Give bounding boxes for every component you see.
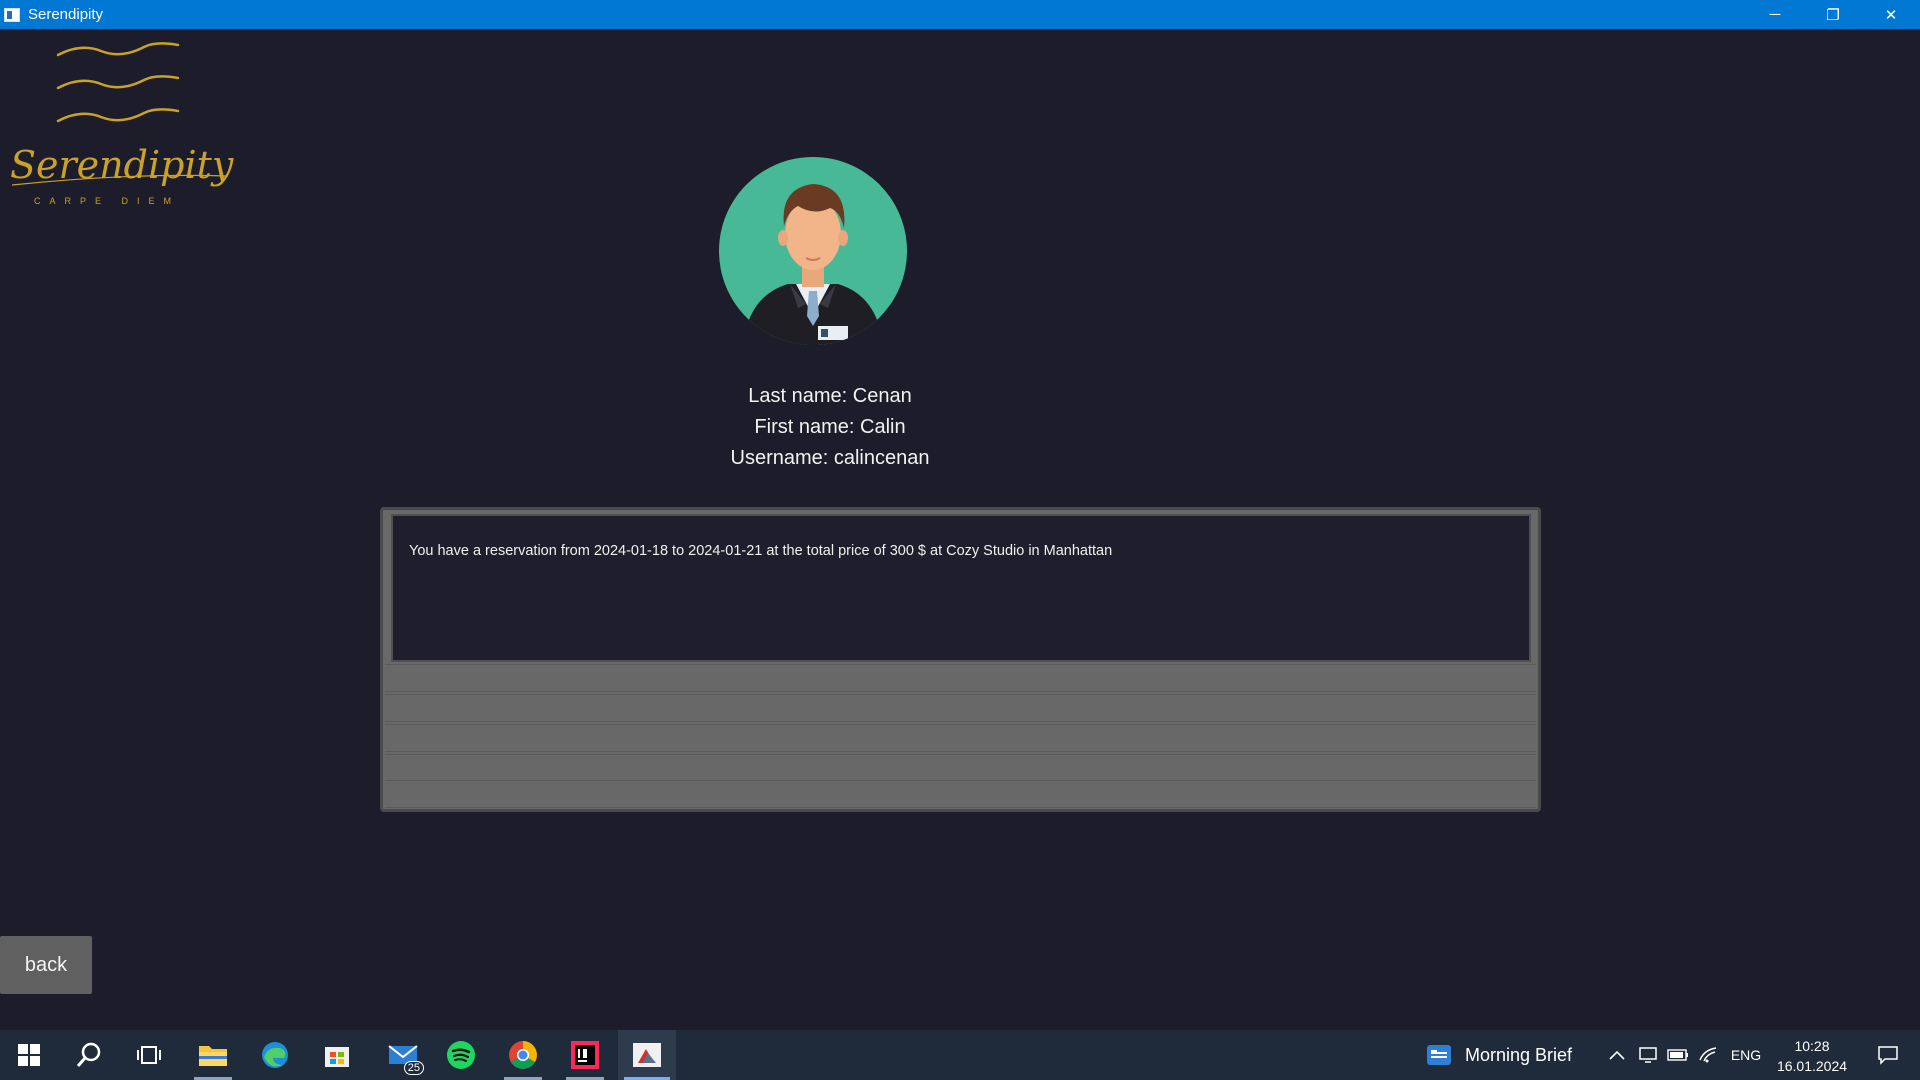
main-content: Serendipity CARPE DIEM Last name: Cenan … bbox=[0, 29, 1920, 1030]
file-explorer-icon[interactable] bbox=[184, 1030, 242, 1080]
java-app-icon[interactable] bbox=[618, 1030, 676, 1080]
logo-wordmark: Serendipity bbox=[10, 143, 234, 187]
window-controls: ─ ❐ ✕ bbox=[1746, 0, 1920, 29]
close-button[interactable]: ✕ bbox=[1862, 0, 1920, 29]
mail-icon[interactable]: 25 bbox=[374, 1030, 432, 1080]
restore-button[interactable]: ❐ bbox=[1804, 0, 1862, 29]
avatar bbox=[719, 157, 907, 345]
list-item-empty[interactable] bbox=[385, 694, 1536, 722]
reservations-list[interactable]: You have a reservation from 2024-01-18 t… bbox=[380, 507, 1541, 812]
news-label: Morning Brief bbox=[1465, 1044, 1573, 1065]
edge-icon[interactable] bbox=[246, 1030, 304, 1080]
date-label: 16.01.2024 bbox=[1776, 1058, 1848, 1074]
notifications-icon[interactable] bbox=[1864, 1030, 1912, 1080]
logo-tagline: CARPE DIEM bbox=[34, 196, 180, 206]
chevron-up-icon[interactable] bbox=[1602, 1030, 1632, 1080]
news-widget[interactable]: Morning Brief bbox=[1427, 1030, 1572, 1080]
time-label: 10:28 bbox=[1794, 1038, 1830, 1054]
spotify-icon[interactable] bbox=[432, 1030, 490, 1080]
first-name-label: First name: Calin bbox=[754, 416, 906, 438]
battery-icon[interactable] bbox=[1664, 1030, 1692, 1080]
display-icon[interactable] bbox=[1634, 1030, 1662, 1080]
back-button[interactable]: back bbox=[0, 936, 92, 994]
clock[interactable]: 10:28 16.01.2024 bbox=[1770, 1036, 1854, 1076]
list-item[interactable]: You have a reservation from 2024-01-18 t… bbox=[391, 514, 1531, 662]
app-window-icon bbox=[4, 7, 20, 22]
chrome-icon[interactable] bbox=[494, 1030, 552, 1080]
list-item-empty[interactable] bbox=[385, 754, 1536, 782]
list-item-empty[interactable] bbox=[385, 724, 1536, 752]
news-icon bbox=[1427, 1045, 1451, 1065]
store-icon[interactable] bbox=[308, 1030, 366, 1080]
list-item-empty[interactable] bbox=[385, 780, 1536, 808]
start-icon[interactable] bbox=[0, 1030, 58, 1080]
search-icon[interactable] bbox=[60, 1030, 118, 1080]
taskbar: 25 Morning Brief ENG 10:28 16.01.2024 bbox=[0, 1030, 1920, 1080]
minimize-button[interactable]: ─ bbox=[1746, 0, 1804, 29]
mail-badge: 25 bbox=[403, 1061, 424, 1075]
last-name-label: Last name: Cenan bbox=[748, 385, 912, 407]
intellij-icon[interactable] bbox=[556, 1030, 614, 1080]
title-bar: Serendipity ─ ❐ ✕ bbox=[0, 0, 1920, 29]
task-view-icon[interactable] bbox=[120, 1030, 178, 1080]
serendipity-logo: Serendipity CARPE DIEM bbox=[10, 42, 234, 206]
list-item-empty[interactable] bbox=[385, 664, 1536, 692]
language-indicator[interactable]: ENG bbox=[1726, 1030, 1766, 1080]
window-title: Serendipity bbox=[28, 6, 104, 23]
profile-info: Last name: Cenan First name: Calin Usern… bbox=[630, 381, 1030, 474]
wifi-icon[interactable] bbox=[1694, 1030, 1722, 1080]
username-label: Username: calincenan bbox=[730, 447, 930, 469]
